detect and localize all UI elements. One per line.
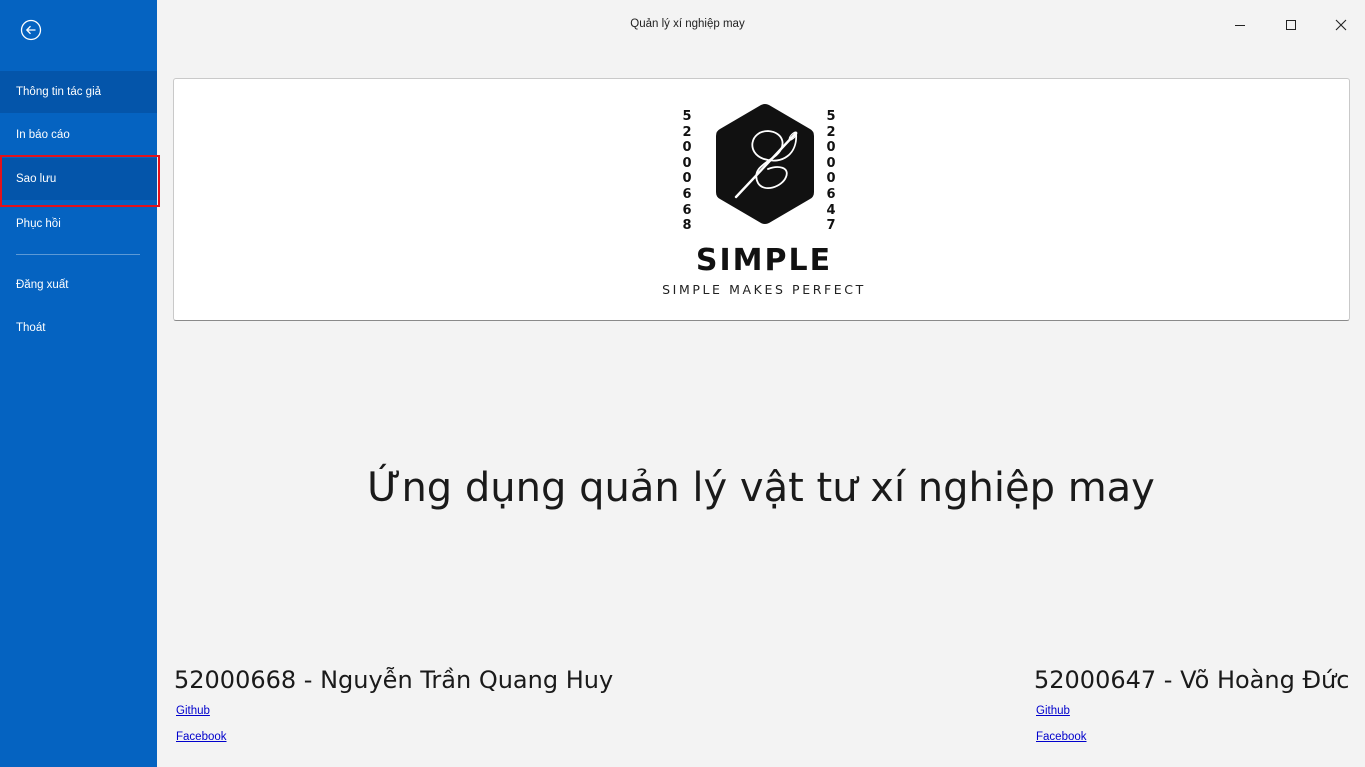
logo-banner: 52000668 52000647 SIMPLE SIMPLE MAKES PE… <box>173 78 1350 321</box>
brand-tagline: SIMPLE MAKES PERFECT <box>662 282 866 297</box>
sidebar-item-label: Phục hồi <box>16 218 61 230</box>
sidebar-item-print-report[interactable]: In báo cáo <box>0 114 157 156</box>
needle-thread-hexagon-icon <box>716 104 814 224</box>
sidebar-item-label: Thông tin tác giả <box>16 86 102 98</box>
sidebar-item-exit[interactable]: Thoát <box>0 307 157 349</box>
brand-logo: 52000668 52000647 SIMPLE SIMPLE MAKES PE… <box>644 99 884 309</box>
sidebar-item-label: Đăng xuất <box>16 279 69 291</box>
back-arrow-icon[interactable] <box>20 19 42 41</box>
window-title: Quản lý xí nghiệp may <box>630 18 745 30</box>
github-link[interactable]: Github <box>1036 705 1070 717</box>
sidebar-item-label: In báo cáo <box>16 129 70 141</box>
title-bar: Quản lý xí nghiệp may <box>157 0 1365 50</box>
brand-name: SIMPLE <box>695 243 833 278</box>
sidebar: Thông tin tác giả In báo cáo Sao lưu Phụ… <box>0 0 160 767</box>
sidebar-divider <box>16 254 140 255</box>
minimize-icon[interactable] <box>1225 10 1255 40</box>
right-id-vertical: 52000647 <box>826 109 836 234</box>
facebook-link[interactable]: Facebook <box>1036 731 1087 743</box>
author-name: 52000647 - Võ Hoàng Đức <box>1034 666 1350 694</box>
app-window: Thông tin tác giả In báo cáo Sao lưu Phụ… <box>0 0 1365 767</box>
left-id-vertical: 52000668 <box>682 109 692 234</box>
facebook-link[interactable]: Facebook <box>176 731 227 743</box>
github-link[interactable]: Github <box>176 705 210 717</box>
sidebar-item-label: Sao lưu <box>16 173 57 185</box>
author-card-left: 52000668 - Nguyễn Trần Quang Huy Github … <box>174 666 614 743</box>
sidebar-item-logout[interactable]: Đăng xuất <box>0 264 157 306</box>
maximize-icon[interactable] <box>1276 10 1306 40</box>
author-name: 52000668 - Nguyễn Trần Quang Huy <box>174 666 614 694</box>
sidebar-item-label: Thoát <box>16 322 46 334</box>
author-card-right: 52000647 - Võ Hoàng Đức Github Facebook <box>1034 666 1350 743</box>
sidebar-item-restore[interactable]: Phục hồi <box>0 203 157 245</box>
sidebar-item-backup[interactable]: Sao lưu <box>0 158 157 200</box>
page-title: Ứng dụng quản lý vật tư xí nghiệp may <box>367 465 1155 511</box>
close-icon[interactable] <box>1326 10 1356 40</box>
sidebar-item-author-info[interactable]: Thông tin tác giả <box>0 71 157 113</box>
